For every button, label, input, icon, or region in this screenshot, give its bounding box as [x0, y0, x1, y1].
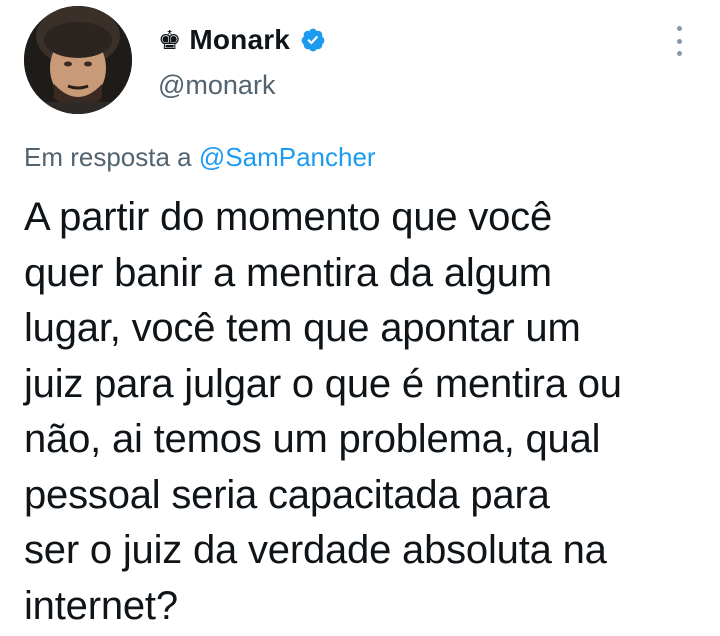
- avatar[interactable]: [24, 6, 132, 114]
- tweet-text-line: internet?: [24, 583, 178, 628]
- tweet-text-line: não, ai temos um problema, qual: [24, 417, 601, 461]
- more-options-icon[interactable]: [674, 26, 684, 56]
- tweet-text-line: pessoal seria capacitada para: [24, 472, 550, 517]
- tweet-text-line: juiz para julgar o que é mentira ou: [24, 361, 622, 406]
- tweet-text-line: quer banir a mentira da algum: [24, 250, 552, 295]
- author-name-row[interactable]: ♚ Monark: [158, 20, 326, 60]
- tweet-text-line: lugar, você tem que apontar um: [24, 306, 581, 350]
- tweet-text-line: ser o juiz da verdade absoluta na: [24, 528, 607, 572]
- tweet-text-line: A partir do momento que você: [24, 195, 553, 239]
- avatar-image: [24, 6, 132, 114]
- reply-prefix: Em resposta a: [24, 142, 192, 172]
- tweet: ♚ Monark @monark Em resposta a @SamPanch…: [0, 0, 720, 636]
- reply-handle-link[interactable]: @SamPancher: [199, 142, 376, 172]
- display-name[interactable]: Monark: [189, 24, 290, 56]
- verified-badge-icon: [301, 28, 325, 52]
- reply-context: Em resposta a @SamPancher: [24, 142, 376, 173]
- tweet-text: A partir do momento que você quer banir …: [24, 190, 704, 634]
- author-handle[interactable]: @monark: [158, 70, 275, 101]
- crown-icon: ♚: [158, 25, 182, 55]
